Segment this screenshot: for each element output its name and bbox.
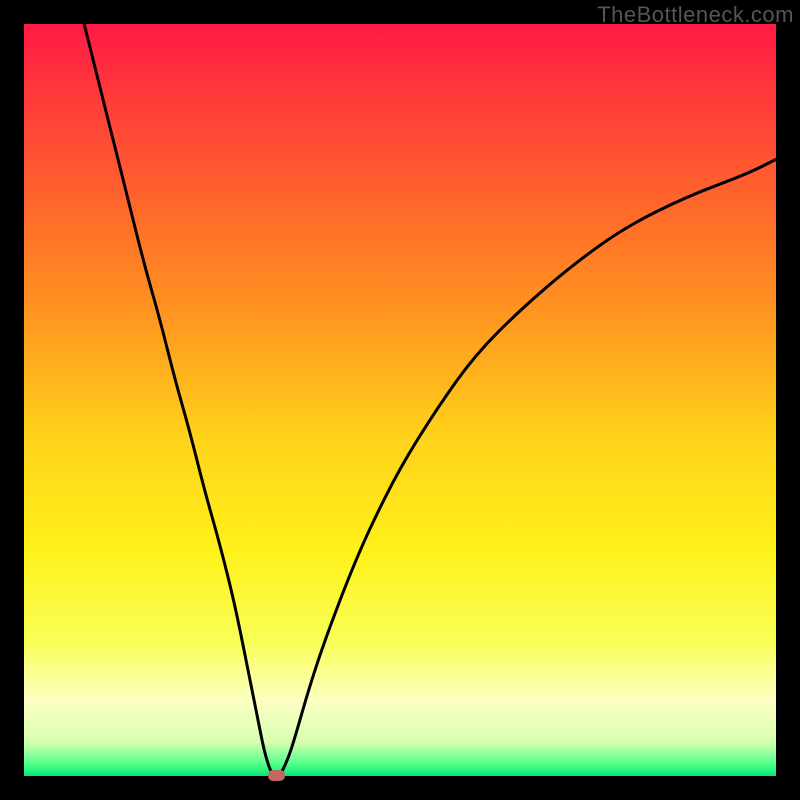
plot-area	[24, 24, 776, 776]
optimal-point-marker	[268, 770, 285, 781]
chart-svg	[24, 24, 776, 776]
watermark-text: TheBottleneck.com	[597, 2, 794, 28]
chart-frame: TheBottleneck.com	[0, 0, 800, 800]
gradient-background	[24, 24, 776, 776]
